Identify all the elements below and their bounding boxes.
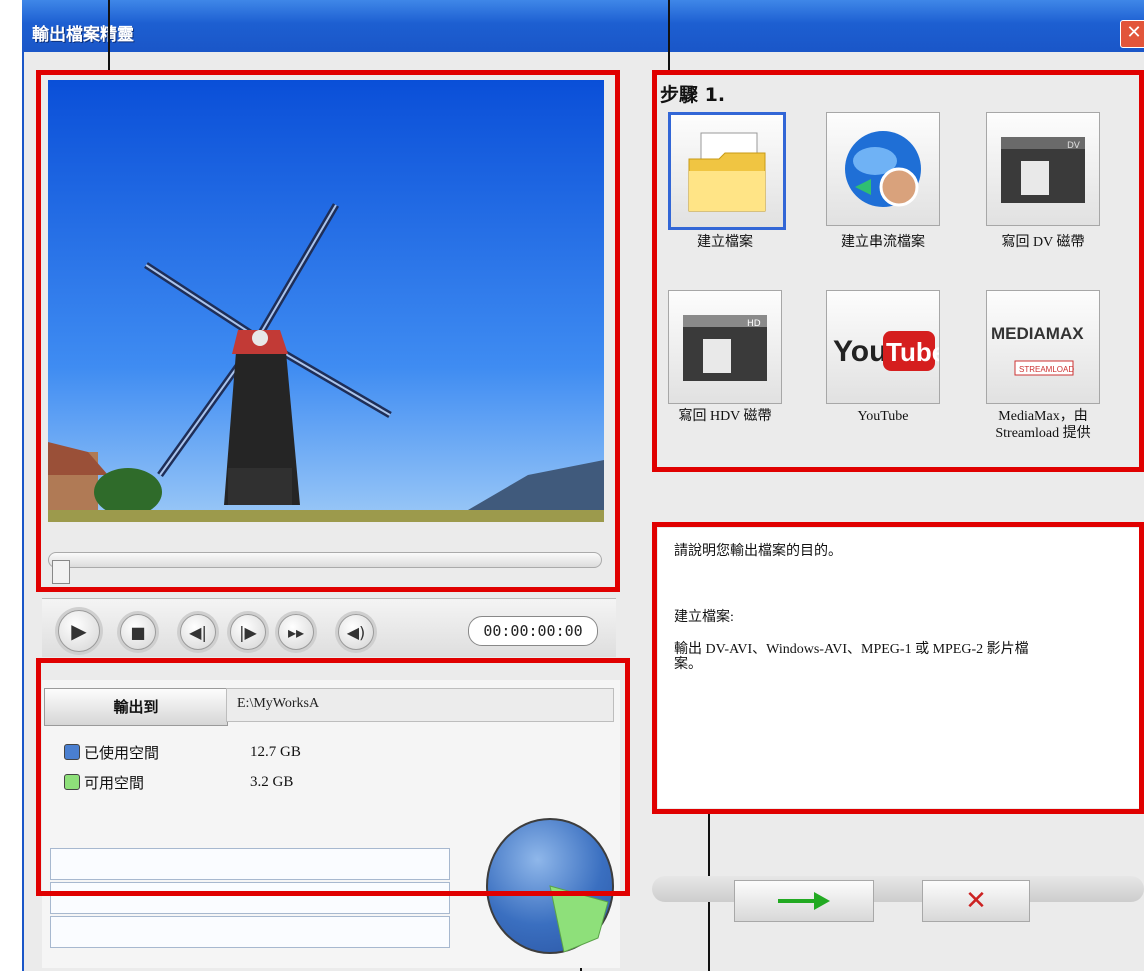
previous-frame-icon: ◀| [189, 622, 207, 642]
window-title: 輸出檔案精靈 [32, 25, 134, 45]
next-frame-button[interactable]: |▶ [230, 614, 266, 650]
play-icon: ▶ [71, 619, 87, 643]
cancel-button[interactable]: ✕ [922, 880, 1030, 922]
output-highlight-frame [36, 658, 630, 896]
fast-forward-button[interactable]: ▸▸ [278, 614, 314, 650]
window-left-frame [22, 52, 24, 971]
speaker-icon: ◀) [346, 622, 366, 642]
next-button[interactable] [734, 880, 874, 922]
fast-forward-icon: ▸▸ [287, 622, 305, 642]
volume-button[interactable]: ◀) [338, 614, 374, 650]
timecode-display: 00:00:00:00 [468, 616, 598, 646]
stop-button[interactable]: ■ [120, 614, 156, 650]
stop-icon: ■ [130, 622, 146, 642]
preview-highlight-frame [36, 70, 620, 592]
play-button[interactable]: ▶ [58, 610, 100, 652]
green-arrow-right-icon [778, 892, 830, 910]
close-button[interactable]: ✕ [1120, 20, 1144, 48]
callout-line-preview [108, 0, 110, 70]
wizard-nav-bar [652, 876, 1144, 902]
title-bar: 輸出檔案精靈 ✕ [22, 0, 1144, 52]
disk-bar-3 [50, 916, 450, 948]
next-frame-icon: |▶ [239, 622, 257, 642]
description-highlight-frame [652, 522, 1144, 814]
callout-line-step [668, 0, 670, 70]
previous-frame-button[interactable]: ◀| [180, 614, 216, 650]
red-x-icon: ✕ [965, 886, 987, 916]
step-highlight-frame [652, 70, 1144, 472]
